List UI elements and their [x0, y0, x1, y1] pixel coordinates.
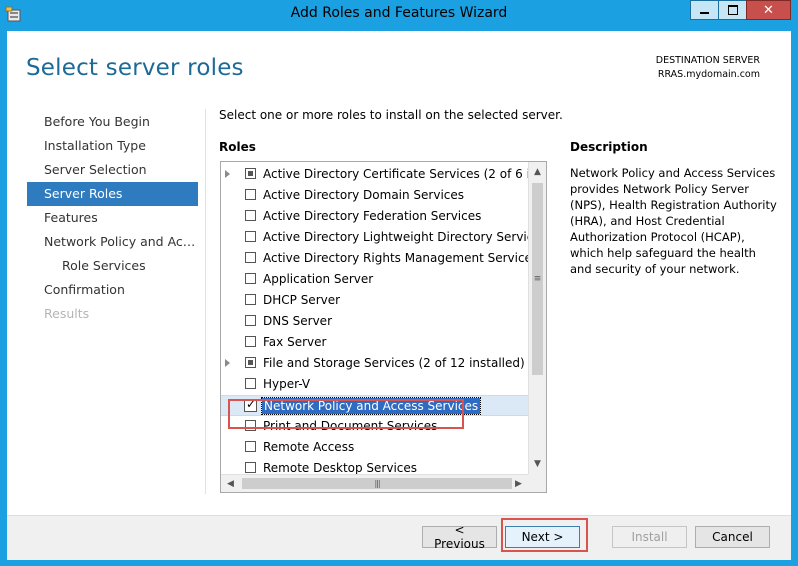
scroll-left-icon[interactable]: ◀	[225, 478, 236, 489]
nav-item-server-selection[interactable]: Server Selection	[27, 158, 198, 182]
nav-divider	[205, 109, 206, 494]
role-label: File and Storage Services (2 of 12 insta…	[263, 356, 525, 370]
destination-label: DESTINATION SERVER	[655, 55, 760, 66]
role-label: Hyper-V	[263, 377, 311, 391]
description-text: Network Policy and Access Services provi…	[570, 166, 777, 276]
minimize-button[interactable]	[690, 0, 718, 20]
annotation-highlight-npas	[228, 399, 464, 429]
nav-item-installation-type[interactable]: Installation Type	[27, 134, 198, 158]
scroll-down-icon[interactable]: ▼	[532, 458, 543, 469]
role-label: Active Directory Federation Services	[263, 209, 482, 223]
role-label: Active Directory Rights Management Servi…	[263, 251, 528, 265]
horizontal-scroll-thumb[interactable]: |||	[242, 478, 512, 489]
role-checkbox[interactable]	[245, 357, 256, 368]
role-label: Remote Desktop Services	[263, 461, 418, 474]
role-label: DHCP Server	[263, 293, 341, 307]
role-item[interactable]: Active Directory Domain Services	[221, 185, 528, 206]
close-button[interactable]: ✕	[746, 0, 791, 20]
role-checkbox[interactable]	[245, 231, 256, 242]
expand-arrow-icon[interactable]	[225, 170, 230, 178]
role-item[interactable]: Fax Server	[221, 332, 528, 353]
annotation-highlight-next	[501, 518, 588, 552]
title-bar[interactable]: Add Roles and Features Wizard ✕	[0, 0, 798, 31]
role-checkbox[interactable]	[245, 210, 256, 221]
page-title: Select server roles	[26, 55, 244, 81]
expand-arrow-icon[interactable]	[225, 359, 230, 367]
nav-item-server-roles[interactable]: Server Roles	[27, 182, 198, 206]
role-item[interactable]: DHCP Server	[221, 290, 528, 311]
role-checkbox[interactable]	[245, 441, 256, 452]
role-checkbox[interactable]	[245, 462, 256, 473]
cancel-button[interactable]: Cancel	[695, 526, 770, 548]
role-checkbox[interactable]	[245, 273, 256, 284]
role-checkbox[interactable]	[245, 189, 256, 200]
vertical-scroll-thumb[interactable]: ≡	[532, 183, 543, 375]
role-label: Active Directory Lightweight Directory S…	[263, 230, 528, 244]
nav-item-results: Results	[44, 306, 90, 321]
role-item[interactable]: Active Directory Lightweight Directory S…	[221, 227, 528, 248]
scroll-right-icon[interactable]: ▶	[513, 478, 524, 489]
horizontal-scrollbar[interactable]: ◀ ||| ▶	[221, 474, 528, 492]
destination-server-name: RRAS.mydomain.com	[657, 69, 760, 80]
role-item[interactable]: Active Directory Certificate Services (2…	[221, 164, 528, 185]
previous-button[interactable]: < Previous	[422, 523, 497, 551]
instruction-text: Select one or more roles to install on t…	[219, 108, 563, 122]
nav-item-before-you-begin[interactable]: Before You Begin	[27, 110, 198, 134]
nav-item-role-services[interactable]: Role Services	[27, 254, 198, 278]
role-checkbox[interactable]	[245, 336, 256, 347]
role-label: Application Server	[263, 272, 374, 286]
wizard-nav: Before You Begin Installation Type Serve…	[27, 110, 198, 326]
description-heading: Description	[570, 140, 648, 154]
role-label: Active Directory Certificate Services (2…	[263, 167, 528, 181]
roles-heading: Roles	[219, 140, 256, 154]
role-item[interactable]: Application Server	[221, 269, 528, 290]
role-item[interactable]: Remote Access	[221, 437, 528, 458]
destination-server: DESTINATION SERVER RRAS.mydomain.com	[656, 54, 760, 82]
maximize-button[interactable]	[718, 0, 746, 20]
wizard-footer: < Previous Next > Install Cancel	[7, 515, 791, 560]
nav-item-confirmation[interactable]: Confirmation	[27, 278, 198, 302]
maximize-icon	[727, 5, 738, 15]
role-checkbox[interactable]	[245, 252, 256, 263]
nav-item-features[interactable]: Features	[27, 206, 198, 230]
scroll-up-icon[interactable]: ▲	[532, 166, 543, 177]
role-label: DNS Server	[263, 314, 332, 328]
role-item[interactable]: Remote Desktop Services	[221, 458, 528, 474]
scrollbar-corner	[528, 474, 546, 492]
roles-list[interactable]: Active Directory Certificate Services (2…	[220, 161, 547, 493]
role-label: Active Directory Domain Services	[263, 188, 465, 202]
close-icon: ✕	[763, 2, 774, 18]
role-checkbox[interactable]	[245, 315, 256, 326]
nav-item-network-policy[interactable]: Network Policy and Access Services	[27, 230, 198, 254]
wizard-content: Select server roles DESTINATION SERVER R…	[7, 31, 791, 560]
role-checkbox[interactable]	[245, 378, 256, 389]
vertical-scrollbar[interactable]: ▲ ≡ ▼	[528, 162, 546, 474]
role-label: Fax Server	[263, 335, 327, 349]
wizard-window: Add Roles and Features Wizard ✕ Select s…	[0, 0, 798, 566]
role-checkbox[interactable]	[245, 168, 256, 179]
role-label: Remote Access	[263, 440, 355, 454]
role-item[interactable]: Hyper-V	[221, 374, 528, 395]
role-item[interactable]: Active Directory Federation Services	[221, 206, 528, 227]
role-checkbox[interactable]	[245, 294, 256, 305]
role-item[interactable]: DNS Server	[221, 311, 528, 332]
install-button: Install	[612, 526, 687, 548]
window-title: Add Roles and Features Wizard	[290, 5, 508, 21]
minimize-icon	[700, 12, 709, 14]
role-item[interactable]: File and Storage Services (2 of 12 insta…	[221, 353, 528, 374]
role-item[interactable]: Active Directory Rights Management Servi…	[221, 248, 528, 269]
